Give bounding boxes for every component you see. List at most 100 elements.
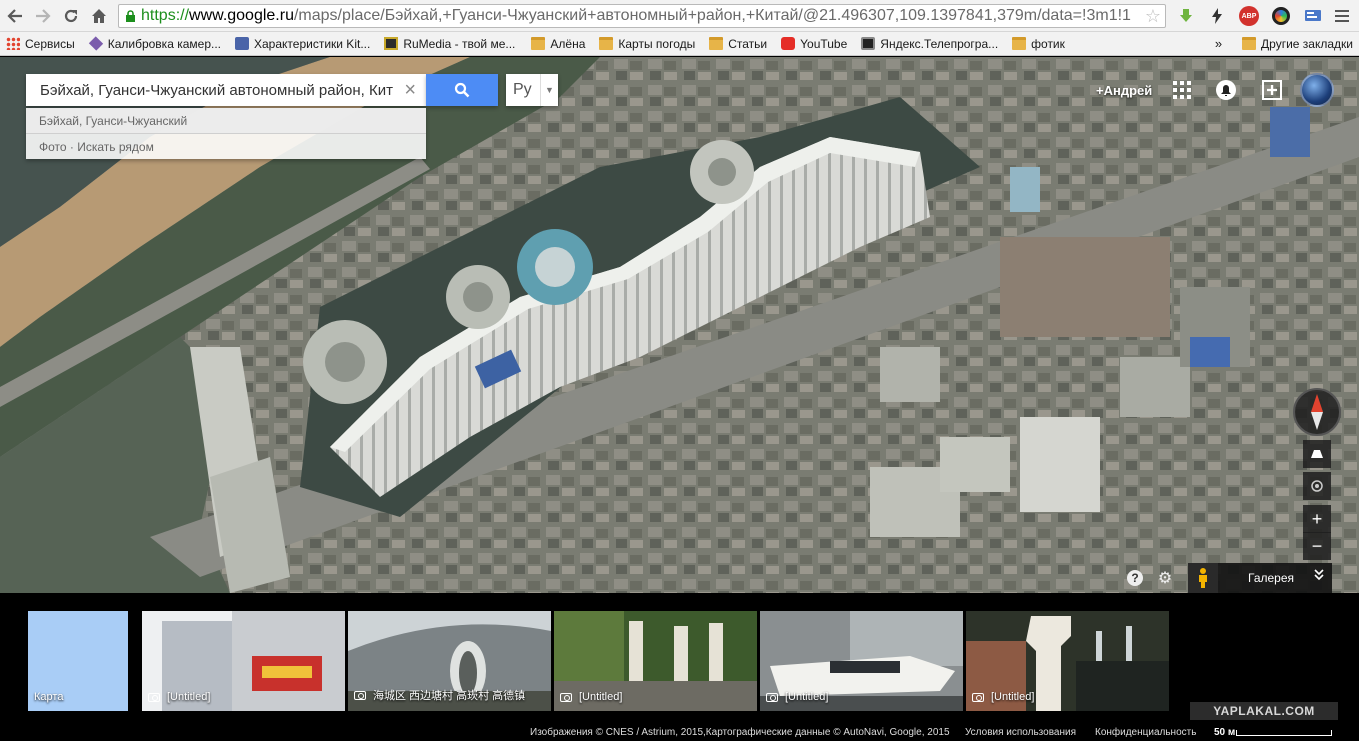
filmstrip-item-photo[interactable]: [Untitled] bbox=[554, 611, 757, 711]
apps-grid-icon bbox=[1173, 81, 1191, 99]
suggestion-label: Фото · Искать рядом bbox=[39, 139, 154, 154]
compass-icon bbox=[1311, 394, 1323, 430]
bookmark-label: Характеристики Kit... bbox=[254, 36, 371, 51]
bookmark-rumedia[interactable]: RuMedia - твой ме... bbox=[384, 37, 515, 51]
camera-icon bbox=[148, 692, 160, 702]
bookmark-label: Другие закладки bbox=[1261, 36, 1353, 51]
thumb-caption: 海城区 西边塘村 高崁村 高德镇 bbox=[354, 687, 525, 703]
thumb-caption-text: 海城区 西边塘村 高崁村 高德镇 bbox=[373, 690, 526, 702]
youtube-icon bbox=[781, 37, 796, 50]
bookmark-folder-alena[interactable]: Алёна bbox=[531, 37, 585, 51]
thumb-caption: [Untitled] bbox=[148, 691, 210, 703]
scale-bar bbox=[1236, 730, 1332, 736]
bookmarks-overflow-button[interactable]: » bbox=[1215, 36, 1222, 51]
filmstrip-item-photo[interactable]: [Untitled] bbox=[760, 611, 963, 711]
home-button[interactable] bbox=[86, 3, 112, 29]
apps-grid-button[interactable] bbox=[1173, 74, 1191, 106]
thumb-caption-text: [Untitled] bbox=[785, 691, 829, 703]
adblock-icon[interactable]: ABP bbox=[1238, 5, 1260, 27]
bell-icon bbox=[1216, 80, 1236, 100]
zoom-out-button[interactable]: − bbox=[1303, 532, 1331, 560]
tv-icon bbox=[861, 37, 876, 50]
home-icon bbox=[92, 8, 106, 23]
terms-link[interactable]: Условия использования bbox=[965, 727, 1076, 738]
add-box-icon bbox=[1262, 80, 1282, 100]
folder-icon bbox=[1012, 37, 1027, 50]
suggestion-label: Бэйхай, Гуанси-Чжуанский bbox=[39, 113, 188, 128]
thumb-caption-text: [Untitled] bbox=[991, 691, 1035, 703]
bookmark-other[interactable]: Другие закладки bbox=[1242, 37, 1353, 51]
adblock-badge: ABP bbox=[1239, 6, 1259, 26]
privacy-link[interactable]: Конфиденциальность bbox=[1095, 727, 1196, 738]
folder-icon bbox=[709, 37, 724, 50]
bookmark-kit[interactable]: Характеристики Kit... bbox=[235, 37, 370, 51]
bookmark-folder-camera[interactable]: фотик bbox=[1012, 37, 1065, 51]
filmstrip-item-photo[interactable]: [Untitled] bbox=[142, 611, 345, 711]
gear-icon[interactable]: ⚙ bbox=[1155, 568, 1175, 588]
folder-icon bbox=[599, 37, 614, 50]
my-location-button[interactable] bbox=[1303, 472, 1331, 500]
filmstrip-item-map[interactable]: Карта bbox=[28, 611, 128, 711]
attribution-text: Изображения © CNES / Astrium, 2015,Карто… bbox=[530, 727, 950, 738]
suggestion-photo-nearby[interactable]: Фото · Искать рядом bbox=[26, 134, 426, 159]
translate-icon[interactable] bbox=[1302, 5, 1324, 27]
tilt-button[interactable] bbox=[1303, 440, 1331, 468]
search-button[interactable] bbox=[426, 74, 498, 106]
thumb-caption-text: [Untitled] bbox=[167, 691, 211, 703]
bookmark-folder-articles[interactable]: Статьи bbox=[709, 37, 767, 51]
bookmark-yandex-tv[interactable]: Яндекс.Телепрогра... bbox=[861, 37, 998, 51]
back-button[interactable] bbox=[2, 3, 28, 29]
chevron-down-icon: ▼ bbox=[540, 74, 558, 106]
search-input[interactable]: Бэйхай, Гуанси-Чжуанский автономный райо… bbox=[40, 82, 398, 99]
lightning-icon[interactable] bbox=[1206, 5, 1228, 27]
url-host: www.google.ru bbox=[189, 7, 294, 24]
download-icon[interactable] bbox=[1175, 5, 1197, 27]
diamond-icon bbox=[88, 36, 103, 51]
lock-icon bbox=[119, 9, 141, 23]
reload-icon bbox=[64, 9, 78, 22]
notifications-button[interactable] bbox=[1216, 74, 1236, 106]
apps-grid-icon bbox=[6, 37, 20, 50]
rumedia-icon bbox=[384, 37, 399, 50]
pegman-icon[interactable] bbox=[1188, 563, 1218, 593]
bookmark-star-icon[interactable]: ☆ bbox=[1145, 6, 1161, 27]
menu-icon[interactable] bbox=[1331, 5, 1353, 27]
google-plus-link[interactable]: +Андрей bbox=[1096, 74, 1152, 106]
share-button[interactable] bbox=[1262, 74, 1282, 106]
chevron-double-down-icon bbox=[1314, 569, 1324, 584]
forward-button[interactable] bbox=[30, 3, 56, 29]
thumb-caption: [Untitled] bbox=[766, 691, 828, 703]
forward-arrow-icon bbox=[36, 8, 51, 23]
thumb-caption: [Untitled] bbox=[972, 691, 1034, 703]
camera-icon[interactable] bbox=[1270, 5, 1292, 27]
bookmark-calibration[interactable]: Калибровка камер... bbox=[88, 36, 221, 51]
thumb-caption-text: Карта bbox=[34, 691, 64, 703]
language-label: Ру bbox=[513, 81, 532, 98]
clear-search-icon[interactable]: × bbox=[404, 79, 416, 102]
gallery-toggle[interactable]: Галерея bbox=[1188, 563, 1332, 593]
compass-control[interactable] bbox=[1293, 388, 1341, 436]
bookmark-youtube[interactable]: YouTube bbox=[781, 37, 847, 51]
search-icon bbox=[454, 82, 470, 98]
filmstrip-item-photo[interactable]: 海城区 西边塘村 高崁村 高德镇 bbox=[348, 611, 551, 711]
address-bar[interactable]: https://www.google.ru/maps/place/Бэйхай,… bbox=[118, 4, 1166, 28]
filmstrip-item-photo[interactable]: [Untitled] bbox=[966, 611, 1169, 711]
bookmark-label: Алёна bbox=[550, 36, 586, 51]
avatar[interactable] bbox=[1300, 73, 1334, 107]
bookmark-label: Калибровка камер... bbox=[107, 36, 221, 51]
reload-button[interactable] bbox=[58, 3, 84, 29]
map-footer: Изображения © CNES / Astrium, 2015,Карто… bbox=[0, 723, 1359, 741]
thumb-caption-text: [Untitled] bbox=[579, 691, 623, 703]
bookmark-apps[interactable]: Сервисы bbox=[6, 37, 75, 51]
camera-icon bbox=[354, 690, 366, 700]
suggestion-place[interactable]: Бэйхай, Гуанси-Чжуанский bbox=[26, 108, 426, 133]
bookmark-folder-weather[interactable]: Карты погоды bbox=[599, 37, 695, 51]
search-box[interactable]: Бэйхай, Гуанси-Чжуанский автономный райо… bbox=[26, 74, 426, 106]
help-icon[interactable]: ? bbox=[1125, 568, 1145, 588]
bookmark-label: YouTube bbox=[800, 36, 848, 51]
camera-icon bbox=[766, 692, 778, 702]
language-dropdown[interactable]: Ру ▼ bbox=[506, 74, 558, 106]
thumb-caption: Карта bbox=[34, 691, 63, 703]
bookmarks-bar: Сервисы Калибровка камер... Характеристи… bbox=[0, 32, 1359, 56]
zoom-in-button[interactable]: + bbox=[1303, 505, 1331, 533]
